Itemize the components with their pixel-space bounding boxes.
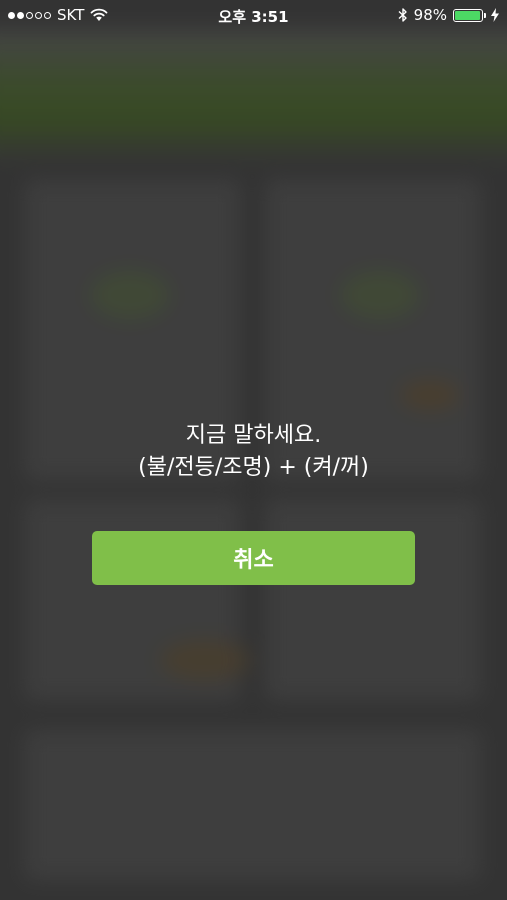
battery-fill bbox=[455, 10, 481, 20]
cancel-button[interactable]: 취소 bbox=[92, 531, 415, 585]
voice-prompt-line2: (불/전등/조명) + (켜/꺼) bbox=[138, 455, 369, 480]
voice-prompt: 지금 말하세요. (불/전등/조명) + (켜/꺼) bbox=[0, 420, 507, 484]
battery-percent: 98% bbox=[413, 6, 447, 24]
battery-icon bbox=[453, 8, 486, 22]
voice-command-screen: SKT 오후 3:51 98% 지금 말하세요. (불/전등/조명) + (켜/… bbox=[0, 0, 507, 900]
status-bar: SKT 오후 3:51 98% bbox=[0, 0, 507, 30]
battery-cap bbox=[484, 12, 486, 18]
bluetooth-icon bbox=[398, 8, 407, 22]
charging-bolt-icon bbox=[491, 8, 499, 22]
status-bar-right: 98% bbox=[398, 6, 499, 24]
voice-prompt-line1: 지금 말하세요. bbox=[185, 423, 322, 448]
